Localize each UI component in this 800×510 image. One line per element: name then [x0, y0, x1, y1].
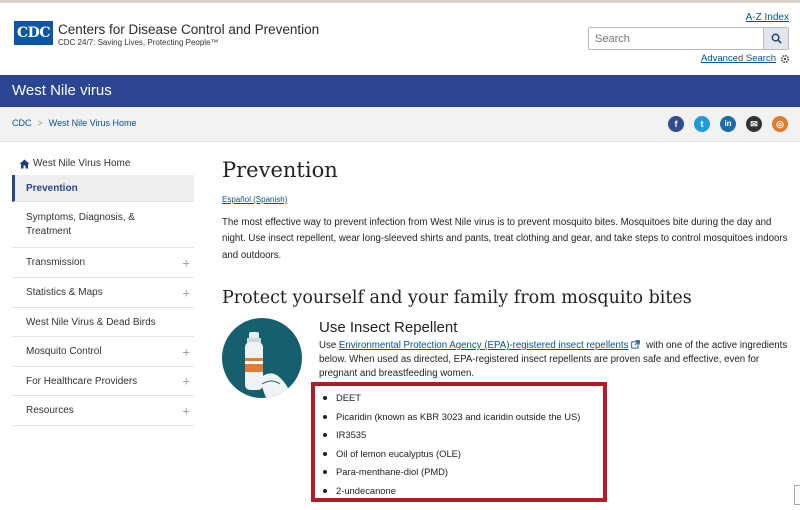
site-title-bar: West Nile virus	[0, 75, 800, 107]
intro-paragraph: The most effective way to prevent infect…	[222, 217, 788, 261]
external-link-icon	[631, 340, 641, 349]
expand-plus-icon[interactable]: +	[182, 374, 190, 389]
email-icon[interactable]: ✉	[746, 116, 762, 132]
az-index-link[interactable]: A-Z Index	[746, 12, 789, 23]
sidebar-home-label: West Nile Virus Home	[33, 158, 131, 169]
page-title: Prevention	[222, 158, 338, 182]
facebook-icon[interactable]: f	[668, 116, 684, 132]
list-item: DEET	[321, 391, 580, 410]
repellent-heading: Use Insect Repellent	[319, 319, 458, 336]
sidebar-item-label: Statistics & Maps	[26, 287, 103, 298]
repellent-text-prefix: Use	[319, 340, 339, 351]
top-border	[0, 0, 800, 3]
expand-plus-icon[interactable]: +	[182, 403, 190, 418]
advanced-search-link[interactable]: Advanced Search	[701, 53, 790, 64]
syndicate-icon[interactable]: ◎	[772, 116, 788, 132]
feedback-tab[interactable]	[794, 485, 800, 505]
search-box	[588, 27, 789, 50]
home-icon	[19, 159, 30, 168]
breadcrumb-cdc[interactable]: CDC	[12, 118, 32, 128]
sidebar-nav: West Nile Virus Home Prevention Symptoms…	[12, 152, 194, 426]
search-input[interactable]	[589, 28, 763, 49]
search-icon	[771, 33, 782, 44]
org-tagline: CDC 24/7: Saving Lives, Protecting Peopl…	[58, 38, 219, 47]
sidebar-item-statistics[interactable]: Statistics & Maps +	[12, 278, 194, 308]
list-item: Oil of lemon eucalyptus (OLE)	[321, 447, 580, 466]
epa-repellents-link[interactable]: Environmental Protection Agency (EPA)-re…	[339, 340, 629, 351]
section-heading: Protect yourself and your family from mo…	[222, 288, 692, 308]
list-item: Picaridin (known as KBR 3023 and icaridi…	[321, 410, 580, 429]
sidebar-home-link[interactable]: West Nile Virus Home	[12, 152, 194, 175]
sidebar-item-healthcare[interactable]: For Healthcare Providers +	[12, 367, 194, 396]
sidebar-item-resources[interactable]: Resources +	[12, 396, 194, 426]
spray-bottle-icon	[245, 332, 292, 398]
sidebar-item-symptoms[interactable]: Symptoms, Diagnosis, & Treatment	[12, 202, 194, 248]
sidebar-item-prevention[interactable]: Prevention	[12, 175, 194, 202]
expand-plus-icon[interactable]: +	[182, 344, 190, 359]
list-item: Para-menthane-diol (PMD)	[321, 465, 580, 484]
sidebar-item-label: Prevention	[26, 182, 78, 194]
sidebar-item-label: West Nile Virus & Dead Birds	[26, 316, 156, 328]
sidebar-item-label: Symptoms, Diagnosis, & Treatment	[26, 211, 135, 237]
breadcrumb-bar: CDC > West Nile Virus Home f t in ✉ ◎	[0, 107, 800, 142]
org-name[interactable]: Centers for Disease Control and Preventi…	[58, 22, 319, 37]
linkedin-icon[interactable]: in	[720, 116, 736, 132]
sidebar-item-label: For Healthcare Providers	[26, 375, 138, 387]
cdc-logo[interactable]: CDC	[14, 21, 53, 45]
sidebar-item-label: Resources	[26, 405, 74, 416]
expand-plus-icon[interactable]: +	[182, 255, 190, 270]
sidebar-item-dead-birds[interactable]: West Nile Virus & Dead Birds	[12, 308, 194, 337]
spanish-link[interactable]: Español (Spanish)	[222, 195, 287, 204]
breadcrumb: CDC > West Nile Virus Home	[12, 118, 136, 128]
sidebar-item-label: Mosquito Control	[26, 346, 102, 357]
insect-repellent-illustration	[222, 318, 302, 398]
search-button[interactable]	[763, 28, 788, 49]
sidebar-item-mosquito-control[interactable]: Mosquito Control +	[12, 337, 194, 367]
expand-plus-icon[interactable]: +	[182, 285, 190, 300]
breadcrumb-separator: >	[37, 118, 43, 128]
repellent-paragraph: Use Environmental Protection Agency (EPA…	[319, 339, 789, 381]
list-item: 2-undecanone	[321, 484, 580, 503]
twitter-icon[interactable]: t	[694, 116, 710, 132]
sidebar-item-label: Transmission	[26, 257, 86, 268]
list-item: IR3535	[321, 428, 580, 447]
gear-icon	[780, 54, 790, 63]
sidebar-item-transmission[interactable]: Transmission +	[12, 248, 194, 278]
site-title[interactable]: West Nile virus	[0, 75, 800, 107]
advanced-search-label: Advanced Search	[701, 53, 776, 64]
ingredients-list: DEET Picaridin (known as KBR 3023 and ic…	[321, 391, 580, 502]
social-links: f t in ✉ ◎	[668, 116, 788, 132]
breadcrumb-wnv-home[interactable]: West Nile Virus Home	[49, 118, 137, 128]
main-content: Prevention Español (Spanish) The most ef…	[222, 158, 788, 502]
